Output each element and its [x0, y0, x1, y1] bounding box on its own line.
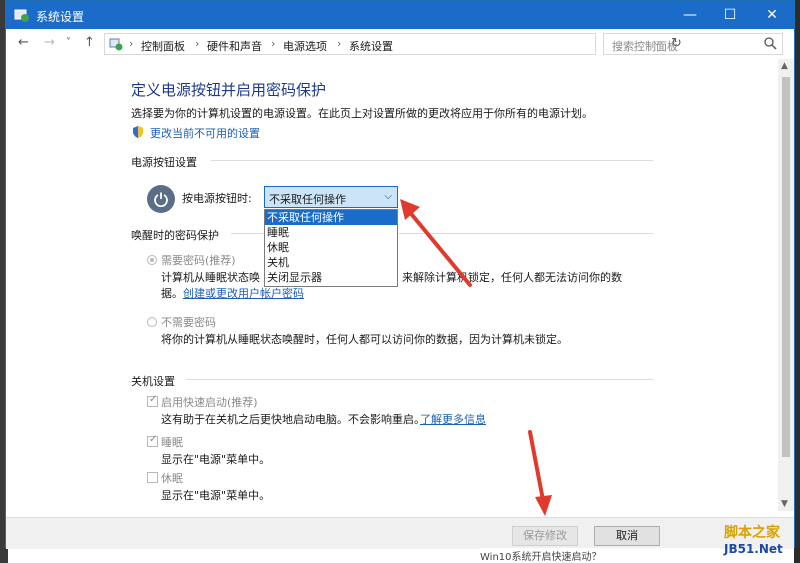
system-settings-window: 系统设置 — ☐ ✕ ← → ˅ ↑ › 控制面板 › 硬件和声音 › 电源选项… — [5, 0, 795, 549]
sleep-desc: 显示在"电源"菜单中。 — [161, 453, 271, 466]
search-placeholder: 搜索控制面板 — [612, 40, 678, 53]
forward-button[interactable]: → — [44, 35, 55, 50]
breadcrumb-hardware-sound[interactable]: 硬件和声音 — [207, 38, 262, 54]
save-changes-button[interactable]: 保存修改 — [512, 526, 578, 546]
breadcrumb-power-options[interactable]: 电源选项 — [283, 38, 327, 54]
fast-startup-label: 启用快速启动(推荐) — [161, 396, 258, 409]
chevron-right-icon: › — [129, 37, 134, 50]
shield-icon — [133, 126, 143, 138]
hibernate-label: 休眠 — [161, 472, 183, 485]
page-description: 选择要为你的计算机设置的电源设置。在此页上对设置所做的更改将应用于你所有的电源计… — [131, 107, 593, 120]
settings-content: 定义电源按钮并启用密码保护 选择要为你的计算机设置的电源设置。在此页上对设置所做… — [6, 59, 778, 517]
no-password-radio[interactable] — [147, 317, 157, 327]
address-field[interactable]: › 控制面板 › 硬件和声音 › 电源选项 › 系统设置 ⌵ ↻ — [104, 33, 682, 55]
fast-startup-desc: 这有助于在关机之后更快地启动电脑。不会影响重启。 — [161, 413, 425, 426]
address-bar-row: ← → ˅ ↑ › 控制面板 › 硬件和声音 › 电源选项 › 系统设置 ⌵ ↻… — [6, 29, 794, 59]
dropdown-option-turn-off-display[interactable]: 关闭显示器 — [265, 270, 397, 285]
dropdown-option-hibernate[interactable]: 休眠 — [265, 240, 397, 255]
title-bar: 系统设置 — ☐ ✕ — [6, 1, 794, 29]
maximize-button[interactable]: ☐ — [710, 1, 750, 29]
page-title: 定义电源按钮并启用密码保护 — [131, 81, 327, 99]
fast-startup-checkbox[interactable]: ✓ — [147, 394, 158, 407]
watermark-line2: JB51.Net — [724, 542, 783, 556]
watermark-line1: 脚本之家 — [724, 525, 780, 541]
breadcrumb-control-panel[interactable]: 控制面板 — [141, 38, 185, 54]
breadcrumb-system-settings[interactable]: 系统设置 — [349, 38, 393, 54]
background-page-text: Win10系统开启快速启动？ — [480, 548, 720, 563]
chevron-right-icon: › — [337, 37, 342, 50]
require-password-radio[interactable] — [147, 255, 157, 265]
dropdown-option-shutdown[interactable]: 关机 — [265, 255, 397, 270]
power-button-selected-value: 不采取任何操作 — [269, 193, 346, 206]
site-watermark: 脚本之家 JB51.Net — [718, 520, 800, 563]
hibernate-desc: 显示在"电源"菜单中。 — [161, 489, 271, 502]
scroll-up-icon[interactable]: ▲ — [781, 61, 788, 71]
chevron-down-icon: ⌵ — [384, 191, 392, 202]
search-input[interactable]: 搜索控制面板 — [603, 33, 783, 55]
dropdown-option-sleep[interactable]: 睡眠 — [265, 225, 397, 240]
require-password-desc-b: 来解除计算机锁定，任何人都无法访问你的数 — [402, 271, 622, 284]
chevron-right-icon: › — [195, 37, 200, 50]
no-password-label: 不需要密码 — [161, 316, 216, 329]
require-password-desc-a: 计算机从睡眠状态唤 — [161, 271, 260, 284]
divider — [186, 379, 653, 380]
power-button-action-select[interactable]: 不采取任何操作 ⌵ — [264, 186, 398, 208]
control-panel-icon — [14, 9, 29, 22]
require-password-label: 需要密码(推荐) — [161, 254, 236, 267]
hibernate-checkbox[interactable] — [147, 472, 158, 483]
vertical-scrollbar[interactable]: ▲ ▼ — [778, 59, 794, 511]
no-password-desc: 将你的计算机从睡眠状态唤醒时，任何人都可以访问你的数据，因为计算机未锁定。 — [161, 333, 568, 346]
power-action-dropdown-list: 不采取任何操作 睡眠 休眠 关机 关闭显示器 — [264, 209, 398, 287]
sleep-label: 睡眠 — [161, 436, 183, 449]
power-icon — [147, 185, 175, 213]
wake-password-section-heading: 唤醒时的密码保护 — [131, 229, 219, 242]
scrollbar-thumb[interactable] — [782, 77, 790, 457]
create-change-password-link[interactable]: 创建或更改用户帐户密码 — [183, 285, 304, 301]
back-button[interactable]: ← — [18, 35, 29, 50]
search-icon[interactable] — [763, 36, 777, 50]
footer-bar: 保存修改 取消 — [6, 517, 794, 549]
require-password-desc-c: 据。 — [161, 287, 183, 300]
recent-locations-button[interactable]: ˅ — [66, 37, 71, 48]
divider — [211, 160, 653, 161]
close-button[interactable]: ✕ — [752, 1, 792, 29]
dropdown-option-no-action[interactable]: 不采取任何操作 — [265, 210, 397, 225]
power-button-label: 按电源按钮时: — [182, 192, 252, 205]
window-title: 系统设置 — [36, 10, 85, 24]
chevron-right-icon: › — [271, 37, 276, 50]
learn-more-link[interactable]: 了解更多信息 — [420, 411, 486, 427]
cancel-button[interactable]: 取消 — [594, 526, 660, 546]
up-button[interactable]: ↑ — [84, 35, 95, 50]
control-panel-icon — [109, 38, 123, 51]
shutdown-section-heading: 关机设置 — [131, 375, 175, 388]
power-button-section-heading: 电源按钮设置 — [131, 156, 197, 169]
sleep-checkbox[interactable]: ✓ — [147, 434, 158, 447]
change-unavailable-settings-link[interactable]: 更改当前不可用的设置 — [150, 125, 260, 141]
minimize-button[interactable]: — — [670, 1, 710, 29]
scroll-down-icon[interactable]: ▼ — [781, 499, 788, 509]
